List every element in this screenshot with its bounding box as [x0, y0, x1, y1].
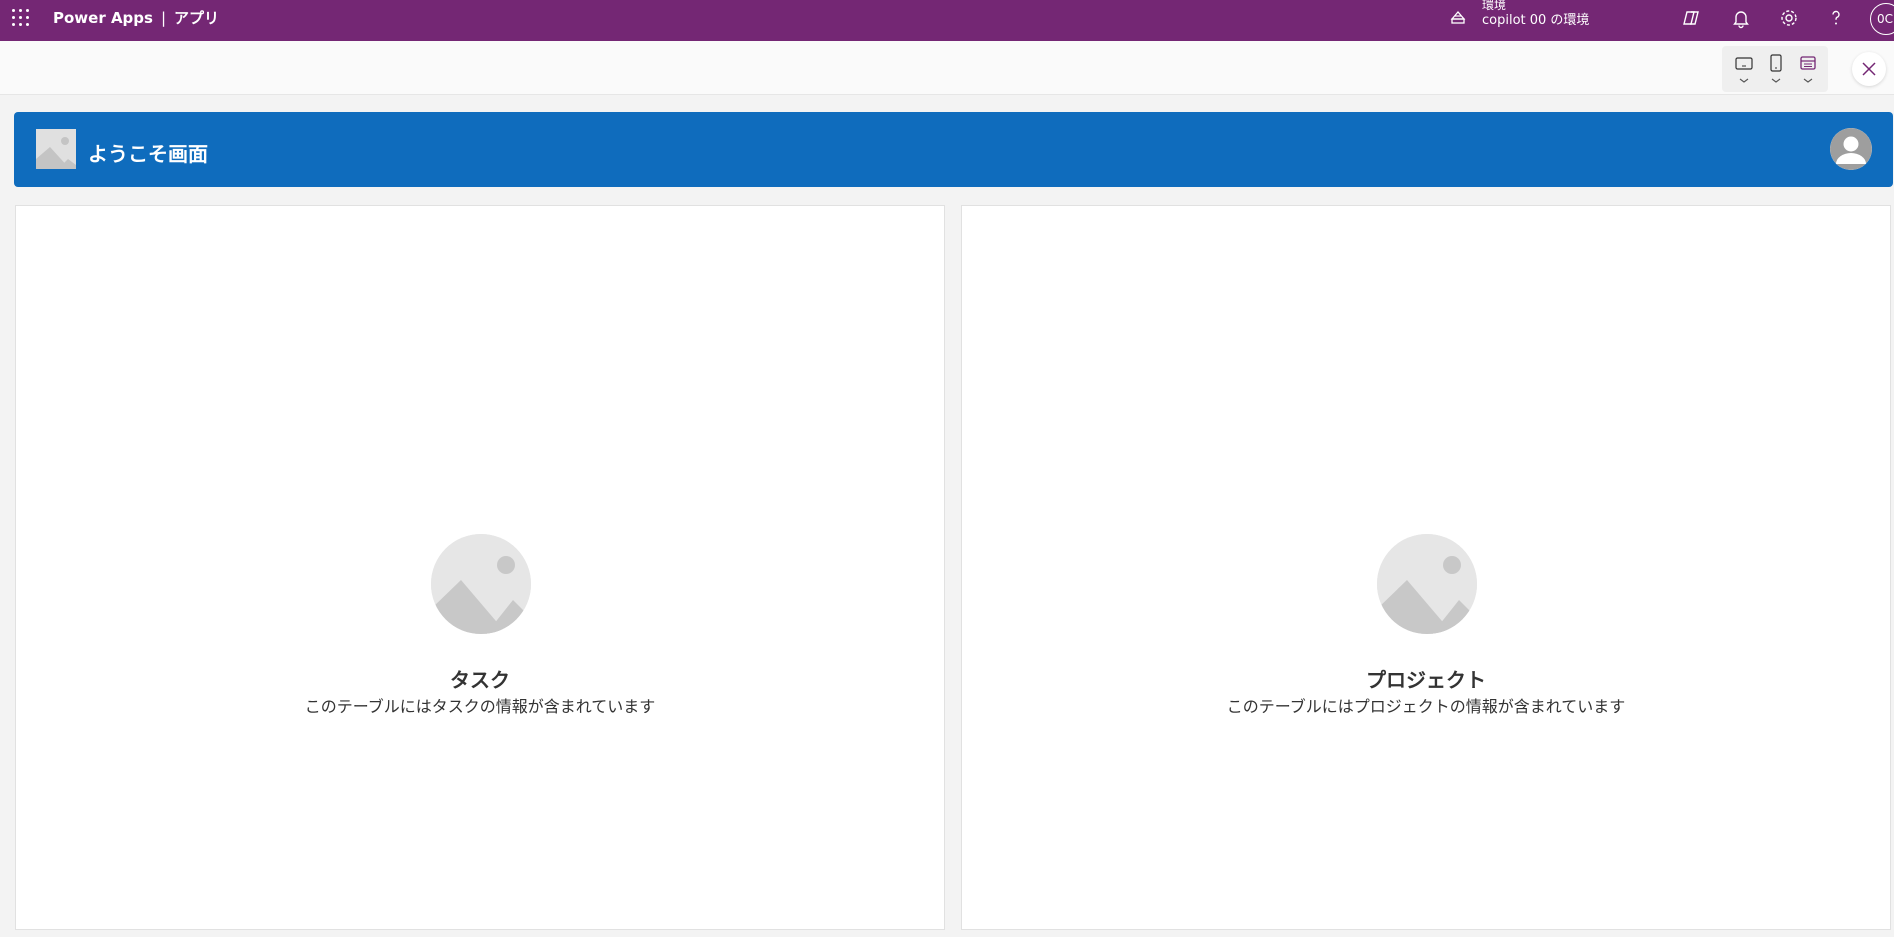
help-icon[interactable]: [1824, 6, 1848, 30]
card-title: タスク: [450, 668, 510, 692]
page-title: ようこそ画面: [88, 142, 208, 166]
card-title: プロジェクト: [1366, 668, 1486, 692]
profile-avatar-icon[interactable]: [1830, 128, 1872, 170]
card-projects[interactable]: プロジェクト このテーブルにはプロジェクトの情報が含まれています: [961, 205, 1891, 930]
phone-icon[interactable]: [1762, 52, 1790, 88]
card-tasks[interactable]: タスク このテーブルにはタスクの情報が含まれています: [15, 205, 945, 930]
user-avatar[interactable]: 0C: [1870, 3, 1894, 35]
bell-icon[interactable]: [1729, 6, 1753, 30]
preview-toolbar: [0, 41, 1894, 95]
image-placeholder-icon: [431, 534, 531, 634]
card-description: このテーブルにはプロジェクトの情報が含まれています: [1226, 697, 1626, 716]
title-separator: |: [160, 9, 167, 27]
close-icon: [1862, 62, 1876, 76]
welcome-header: ようこそ画面: [14, 112, 1893, 187]
gear-icon[interactable]: [1777, 6, 1801, 30]
copilot-icon[interactable]: [1680, 6, 1704, 30]
waffle-icon[interactable]: [12, 9, 30, 27]
close-button[interactable]: [1852, 52, 1886, 86]
card-description: このテーブルにはタスクの情報が含まれています: [304, 697, 656, 716]
environment-selector[interactable]: 環境 copilot 00 の環境: [1482, 0, 1589, 29]
environment-label: 環境: [1482, 0, 1507, 12]
product-name[interactable]: Power Apps: [53, 9, 153, 27]
image-placeholder-icon: [1377, 534, 1477, 634]
section-name: アプリ: [174, 9, 220, 27]
image-placeholder-icon: [36, 129, 76, 169]
device-switcher: [1722, 46, 1828, 92]
environment-icon[interactable]: [1449, 8, 1467, 26]
browser-icon[interactable]: [1794, 52, 1822, 88]
tablet-icon[interactable]: [1730, 52, 1758, 88]
top-app-bar: Power Apps | アプリ 環境 copilot 00 の環境 0C: [0, 0, 1894, 41]
environment-name: copilot 00 の環境: [1482, 13, 1590, 28]
app-title: Power Apps | アプリ: [53, 7, 219, 28]
